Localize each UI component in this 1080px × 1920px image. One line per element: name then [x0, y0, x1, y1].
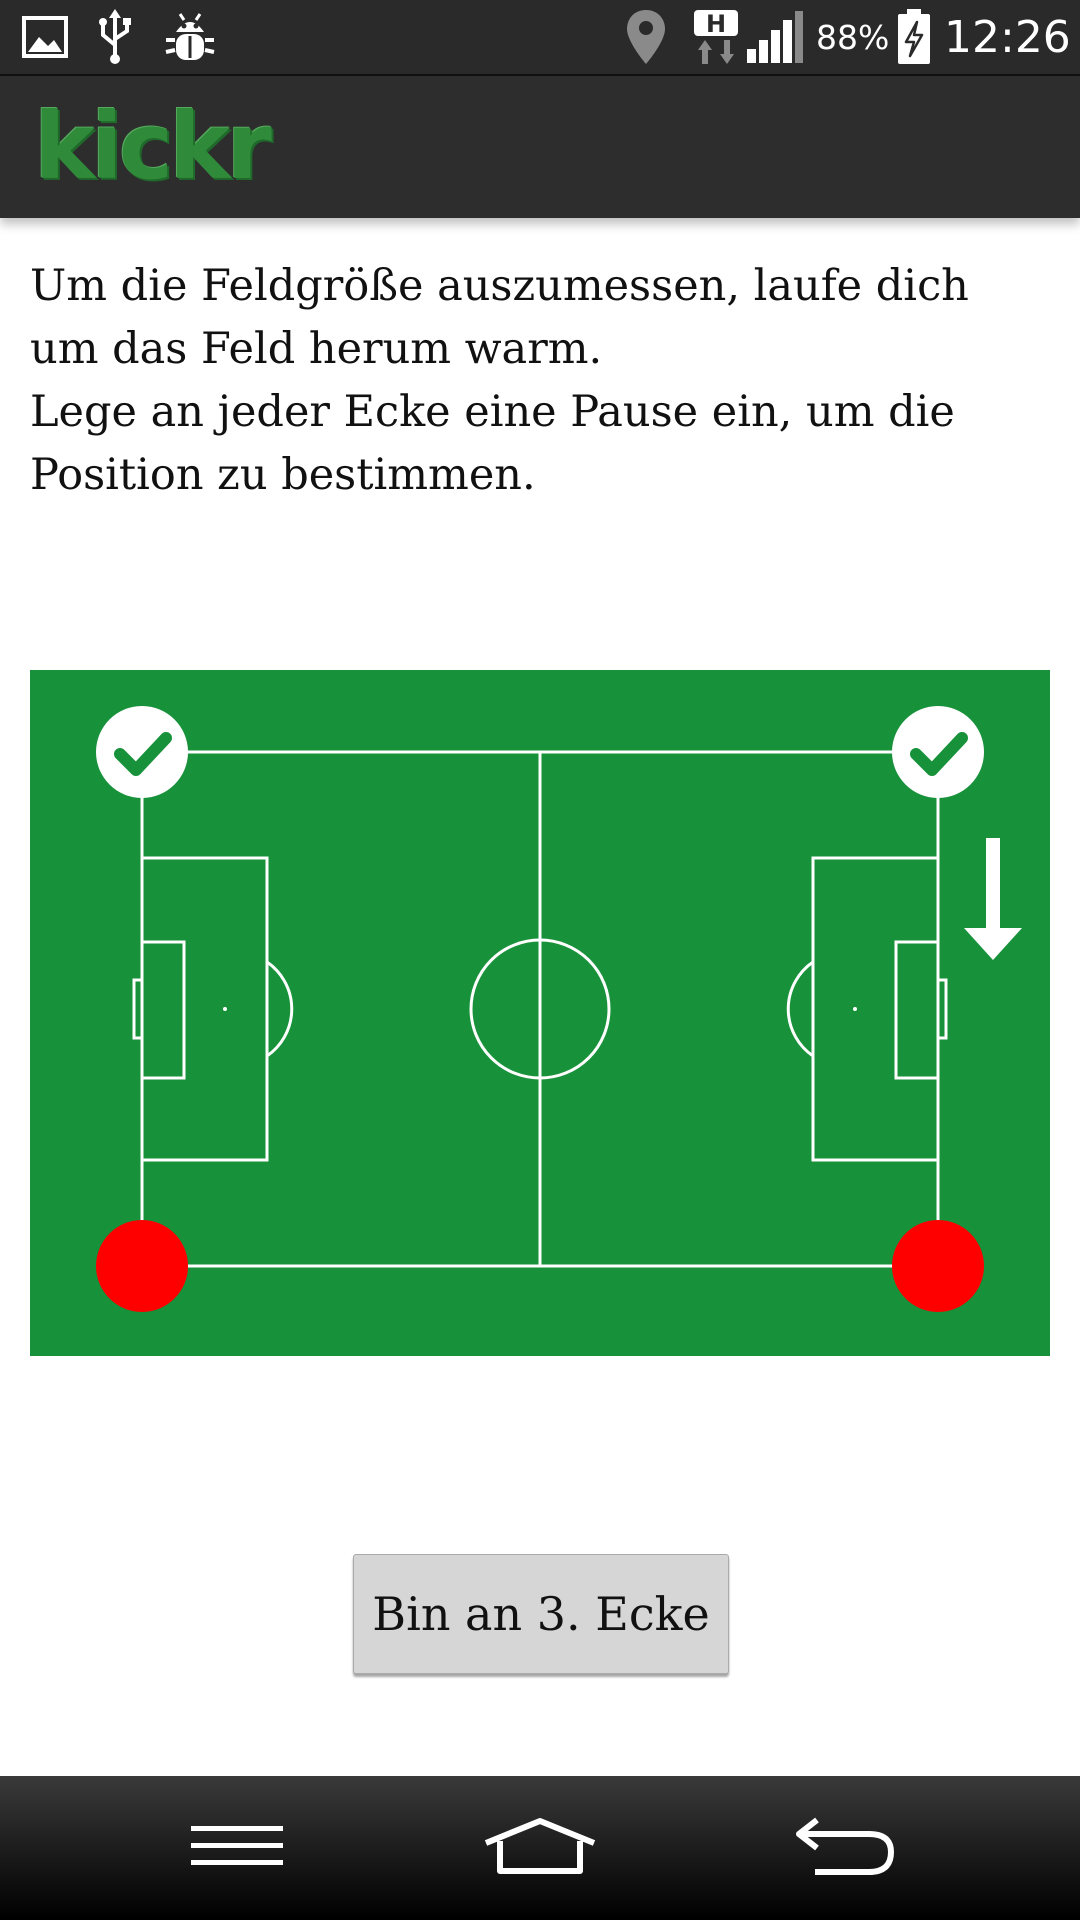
- corner-top-right: [892, 706, 984, 798]
- confirm-corner-button[interactable]: Bin an 3. Ecke: [353, 1554, 729, 1674]
- instruction-line-2: Lege an jeder Ecke eine Pause ein, um di…: [30, 387, 955, 500]
- corner-top-left: [96, 706, 188, 798]
- home-button[interactable]: [440, 1776, 640, 1920]
- network-type-text: H: [706, 10, 726, 38]
- instruction-text: Um die Feldgröße auszumessen, laufe dich…: [30, 255, 1050, 507]
- left-penalty-area: [140, 856, 269, 1162]
- gallery-icon: [20, 8, 70, 66]
- left-penalty-spot: [223, 1007, 227, 1011]
- corner-done-marker: [96, 706, 188, 798]
- field-diagram: [96, 706, 1022, 1312]
- navigation-bar: [0, 1776, 1080, 1920]
- battery-charging-icon: [894, 8, 934, 66]
- instruction-line-1: Um die Feldgröße auszumessen, laufe dich…: [30, 261, 969, 374]
- usb-icon: [92, 8, 138, 66]
- right-penalty-spot: [853, 1007, 857, 1011]
- left-penalty-arc: [266, 960, 294, 1058]
- menu-button[interactable]: [137, 1776, 337, 1920]
- network-h-icon: H: [690, 8, 742, 66]
- status-bar: H 88% 12:26: [0, 0, 1080, 76]
- right-goal-area: [894, 940, 940, 1080]
- corner-done-marker: [892, 706, 984, 798]
- left-goal-area: [140, 940, 186, 1080]
- debug-bug-icon: [160, 8, 220, 66]
- right-penalty-area: [811, 856, 940, 1162]
- app-bar: kickr: [0, 76, 1080, 218]
- location-icon: [622, 8, 670, 66]
- back-button[interactable]: [743, 1776, 943, 1920]
- corner-bottom-left-pending: [96, 1220, 188, 1312]
- app-logo: kickr: [34, 92, 272, 200]
- signal-icon: [744, 8, 806, 66]
- back-icon: [789, 1816, 897, 1880]
- corner-bottom-right-pending: [892, 1220, 984, 1312]
- down-arrow-icon: [964, 838, 1022, 960]
- battery-percentage: 88%: [816, 17, 890, 57]
- soccer-field: [30, 670, 1050, 1356]
- menu-icon: [189, 1822, 285, 1874]
- left-goal: [132, 978, 144, 1040]
- right-goal: [936, 978, 948, 1040]
- clock: 12:26: [944, 11, 1071, 63]
- home-icon: [482, 1817, 598, 1879]
- right-penalty-arc: [786, 960, 814, 1058]
